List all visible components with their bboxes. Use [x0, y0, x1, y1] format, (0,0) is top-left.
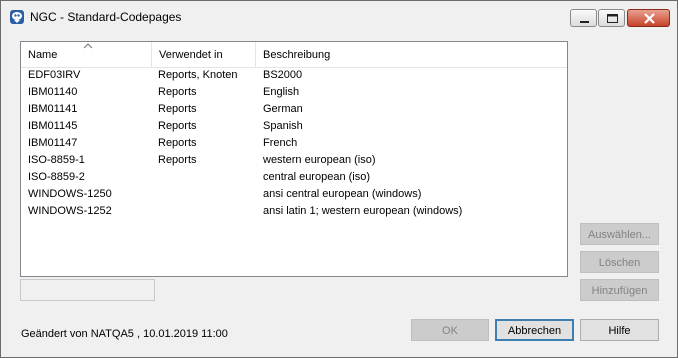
table-row[interactable]: IBM01145 Reports Spanish [21, 118, 567, 135]
cell-name: IBM01140 [28, 86, 78, 98]
cell-description: BS2000 [263, 69, 303, 81]
table-row[interactable]: ISO-8859-2 central european (iso) [21, 169, 567, 186]
window-title: NGC - Standard-Codepages [30, 10, 182, 24]
table-row[interactable]: ISO-8859-1 Reports western european (iso… [21, 152, 567, 169]
cell-name: IBM01147 [28, 137, 78, 149]
cell-used-in: Reports [158, 137, 197, 149]
codepage-list[interactable]: Name Verwendet in Beschreibung EDF03IRV … [20, 41, 568, 277]
maximize-button[interactable] [598, 9, 625, 27]
cell-description: ansi central european (windows) [263, 188, 422, 200]
dialog-window: NGC - Standard-Codepages Name Verwendet … [0, 0, 678, 358]
cell-name: ISO-8859-1 [28, 154, 85, 166]
ok-button[interactable]: OK [411, 319, 489, 341]
table-row[interactable]: EDF03IRV Reports, Knoten BS2000 [21, 67, 567, 84]
table-row[interactable]: IBM01140 Reports English [21, 84, 567, 101]
maximize-icon [607, 14, 618, 23]
cell-description: French [263, 137, 298, 149]
table-row[interactable]: WINDOWS-1252 ansi latin 1; western europ… [21, 203, 567, 220]
column-header-used-in[interactable]: Verwendet in [152, 42, 256, 67]
cancel-button[interactable]: Abbrechen [495, 319, 574, 341]
table-row[interactable]: IBM01141 Reports German [21, 101, 567, 118]
title-bar[interactable]: NGC - Standard-Codepages [1, 1, 677, 31]
table-row[interactable]: WINDOWS-1250 ansi central european (wind… [21, 186, 567, 203]
cell-description: central european (iso) [263, 171, 371, 183]
column-header-description[interactable]: Beschreibung [256, 42, 567, 67]
select-button[interactable]: Auswählen... [580, 223, 659, 245]
cell-name: WINDOWS-1250 [28, 188, 112, 200]
cell-used-in: Reports [158, 120, 197, 132]
cell-name: EDF03IRV [28, 69, 81, 81]
column-label-name: Name [28, 49, 58, 61]
cell-used-in: Reports [158, 103, 197, 115]
close-icon [644, 13, 655, 24]
cell-used-in: Reports, Knoten [158, 69, 238, 81]
column-header-name[interactable]: Name [21, 42, 152, 67]
list-header: Name Verwendet in Beschreibung [21, 42, 567, 68]
cell-description: western european (iso) [263, 154, 376, 166]
help-button[interactable]: Hilfe [580, 319, 659, 341]
changed-by-info: Geändert von NATQA5 , 10.01.2019 11:00 [21, 328, 228, 340]
add-button[interactable]: Hinzufügen [580, 279, 659, 301]
cell-description: ansi latin 1; western european (windows) [263, 205, 463, 217]
minimize-button[interactable] [570, 9, 597, 27]
app-icon [10, 10, 24, 24]
cell-description: English [263, 86, 300, 98]
cell-name: IBM01145 [28, 120, 78, 132]
cell-name: IBM01141 [28, 103, 78, 115]
table-row[interactable]: IBM01147 Reports French [21, 135, 567, 152]
minimize-icon [580, 21, 589, 23]
sort-ascending-icon [83, 43, 93, 49]
close-button[interactable] [627, 9, 670, 27]
cell-name: ISO-8859-2 [28, 171, 85, 183]
status-field [20, 279, 155, 301]
column-label-description: Beschreibung [263, 49, 331, 61]
cell-used-in: Reports [158, 154, 197, 166]
column-label-used-in: Verwendet in [159, 49, 223, 61]
cell-description: German [263, 103, 303, 115]
cell-name: WINDOWS-1252 [28, 205, 112, 217]
cell-description: Spanish [263, 120, 303, 132]
cell-used-in: Reports [158, 86, 197, 98]
delete-button[interactable]: Löschen [580, 251, 659, 273]
